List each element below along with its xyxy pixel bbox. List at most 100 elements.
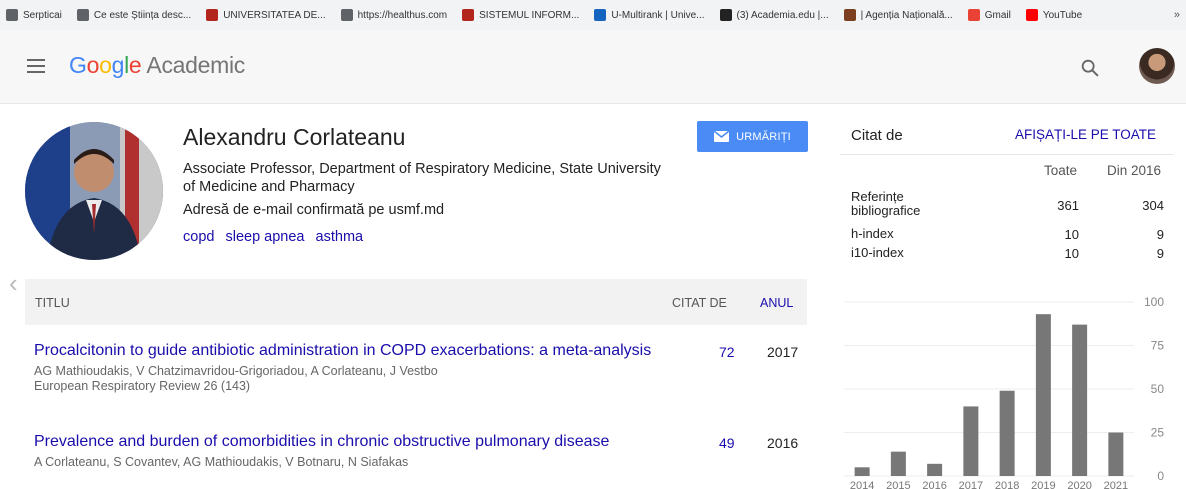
interest-tag[interactable]: asthma [316,229,364,245]
article-title-link[interactable]: Prevalence and burden of comorbidities i… [34,432,654,451]
follow-button[interactable]: URMĂRIȚI [697,121,808,152]
bookmark-item[interactable]: Ce este Știința desc... [76,9,192,21]
academia-a-icon [719,9,732,21]
bookmark-item[interactable]: (3) Academia.edu |... [719,9,829,21]
articles-table-header: TITLU CITAT DE ANUL [25,279,807,325]
globe-icon [76,9,89,21]
interest-tag[interactable]: sleep apnea [225,229,304,245]
verified-email: Adresă de e-mail confirmată pe usmf.md [183,202,445,218]
cited-by-title: Citat de [851,127,903,144]
article-year: 2017 [767,344,799,360]
chart-bar[interactable] [927,463,943,476]
stat-all: 10 [1064,227,1079,242]
article-year: 2016 [767,435,799,451]
bookmark-item[interactable]: Serpticai [6,9,62,21]
stat-since: 9 [1156,246,1164,261]
bookmarks-overflow-icon[interactable]: » [1174,9,1180,21]
bookmark-label: SISTEMUL INFORM... [479,9,580,21]
chart-bar[interactable] [890,451,906,476]
chart-bar[interactable] [854,467,870,476]
x-tick-label: 2018 [995,480,1019,489]
stat-all: 361 [1057,198,1079,213]
stat-since: 9 [1156,227,1164,242]
app-header: Google Academic [0,30,1186,104]
bookmark-item[interactable]: SISTEMUL INFORM... [462,9,579,21]
bookmark-label: U-Multirank | Unive... [611,9,705,21]
article-authors: A Corlateanu, S Covantev, AG Mathioudaki… [34,455,409,469]
x-tick-label: 2014 [850,480,874,489]
profile-affiliation: Associate Professor, Department of Respi… [183,161,661,195]
bookmark-label: Ce este Știința desc... [93,9,192,21]
envelope-icon [714,131,730,142]
stat-label[interactable]: i10-index [851,246,904,260]
bookmark-icon [462,9,475,21]
bookmark-label: Serpticai [23,9,62,21]
y-tick-label: 50 [1151,382,1165,396]
youtube-icon [1025,9,1038,21]
chevron-left-icon[interactable]: ‹ [9,268,18,299]
citations-bar-chart: 100 75 50 25 0 2014 2015 2016 2017 2018 2019 2020 20… [844,295,1165,489]
account-avatar[interactable] [1139,48,1175,84]
chart-bar[interactable] [1108,432,1124,477]
stat-label: Referințe bibliografice [851,189,921,218]
bookmark-item[interactable]: https://healthus.com [340,9,448,21]
chart-bar[interactable] [1072,324,1088,476]
article-title-link[interactable]: Procalcitonin to guide antibiotic admini… [34,341,654,360]
bookmark-item[interactable]: Gmail [967,9,1011,21]
logo-suffix: Academic [146,52,245,78]
x-tick-label: 2015 [886,480,910,489]
column-year[interactable]: ANUL [760,296,793,310]
bookmark-label: | Agenția Națională... [860,9,953,21]
y-tick-label: 100 [1144,295,1164,309]
stat-all: 10 [1064,246,1079,261]
chart-bar[interactable] [999,390,1015,476]
bookmarks-bar: Serpticai Ce este Știința desc... UNIVERSI… [0,0,1186,30]
bookmark-label: Gmail [984,9,1011,21]
google-academic-logo[interactable]: Google Academic [69,52,245,79]
stat-label[interactable]: h-index [851,227,894,241]
gmail-icon [967,9,980,21]
stat-since: 304 [1142,198,1164,213]
globe-icon [340,9,353,21]
bookmark-item[interactable]: U-Multirank | Unive... [594,9,705,21]
article-cited-count[interactable]: 72 [719,344,735,360]
article-cited-count[interactable]: 49 [719,435,735,451]
follow-label: URMĂRIȚI [736,130,791,143]
bookmark-label: https://healthus.com [357,9,448,21]
bookmark-item[interactable]: | Agenția Națională... [843,9,953,21]
table-row: Procalcitonin to guide antibiotic admini… [34,341,804,394]
research-interests: copd sleep apnea asthma [183,229,370,245]
profile-name: Alexandru Corlateanu [183,124,406,150]
apps-grid-icon [6,9,18,21]
emblem-icon [843,9,856,21]
search-icon[interactable] [1079,57,1101,79]
bookmark-icon [206,9,219,21]
article-venue: European Respiratory Review 26 (143) [34,379,251,393]
x-tick-label: 2019 [1031,480,1055,489]
bookmark-item[interactable]: UNIVERSITATEA DE... [206,9,326,21]
column-title[interactable]: TITLU [35,296,70,310]
chart-bar[interactable] [963,406,979,476]
column-since: Din 2016 [1107,163,1162,178]
column-all: Toate [1044,163,1078,178]
show-all-link[interactable]: AFIȘAȚI-LE PE TOATE [1015,127,1156,142]
hamburger-menu-icon[interactable] [27,59,45,73]
x-tick-label: 2017 [959,480,983,489]
chart-bar[interactable] [1035,314,1051,476]
x-tick-label: 2020 [1067,480,1091,489]
u-logo-icon [594,9,607,21]
y-tick-label: 25 [1151,426,1165,440]
interest-tag[interactable]: copd [183,229,214,245]
divider [840,154,1173,155]
bookmark-label: (3) Academia.edu |... [736,9,829,21]
x-tick-label: 2016 [922,480,946,489]
article-authors: AG Mathioudakis, V Chatzimavridou-Grigor… [34,364,438,378]
column-cited-by[interactable]: CITAT DE [672,296,727,310]
bookmark-item[interactable]: YouTube [1025,9,1083,21]
y-tick-label: 0 [1157,469,1164,483]
bookmark-label: YouTube [1042,9,1083,21]
profile-photo [25,122,163,260]
x-tick-label: 2021 [1104,480,1128,489]
table-row: Prevalence and burden of comorbidities i… [34,432,804,470]
y-tick-label: 75 [1151,339,1165,353]
